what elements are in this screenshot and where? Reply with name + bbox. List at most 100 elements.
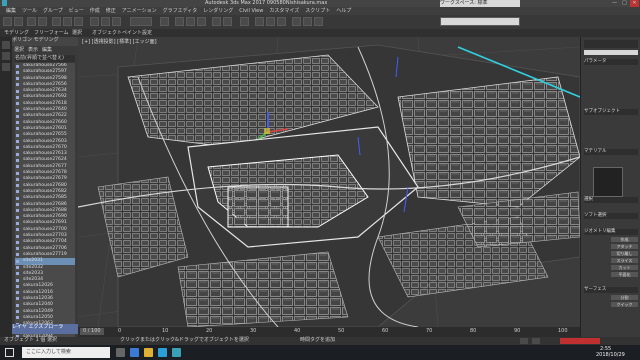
command-panel-tabs[interactable] [584, 40, 638, 48]
folder-icon[interactable] [144, 348, 153, 357]
section-edit-geometry[interactable]: ジオメトリ編集 [584, 229, 638, 235]
task-view-icon[interactable] [116, 348, 125, 357]
mirror-icon[interactable] [212, 17, 221, 26]
window-title: Autodesk 3ds Max 2017 090580Nishisakura.… [205, 0, 328, 6]
material-editor-icon[interactable] [277, 17, 286, 26]
menu-items: 編集 ツール グループ ビュー 作成 修正 アニメーション グラフエディタ レンダリング Civi… [6, 8, 357, 15]
scale-icon[interactable] [112, 17, 121, 26]
rect-select-icon[interactable] [74, 17, 83, 26]
section-soft-selection[interactable]: ソフト選択 [584, 213, 638, 219]
redo-icon[interactable] [14, 17, 23, 26]
undo-icon[interactable] [3, 17, 12, 26]
named-selection-field[interactable] [440, 17, 520, 26]
edge-icon[interactable] [130, 348, 139, 357]
object-list[interactable]: sakurahouse27566 sakurahouse27597 sakuraho… [15, 63, 75, 353]
taskbar-search-input[interactable]: ここに入力して検索 [22, 347, 110, 358]
move-icon[interactable] [90, 17, 99, 26]
viewport-label[interactable]: [+] [透視投影] [標準] [エッジ面] [82, 39, 157, 46]
menu-item-3[interactable]: ビュー [69, 8, 84, 14]
start-icon[interactable] [5, 348, 14, 357]
explorer-menu-edit[interactable]: 編集 [42, 47, 52, 54]
maximize-button[interactable]: □ [620, 0, 629, 7]
planar-button[interactable]: 平面化 [611, 272, 638, 277]
slice-button[interactable]: スライス [611, 258, 638, 263]
menu-item-9[interactable]: Civil View [239, 8, 263, 14]
tab-modeling[interactable]: モデリング [4, 30, 29, 37]
explorer-menu-select[interactable]: 選択 [14, 47, 24, 54]
object-name-field[interactable] [584, 50, 638, 55]
next-frame-icon[interactable] [532, 338, 540, 344]
tab-populate[interactable]: 設定 [142, 30, 152, 37]
scene-explorer-icon[interactable] [2, 41, 10, 49]
timeline-tick: 20 [206, 328, 213, 334]
section-surface[interactable]: サーフェス [584, 287, 638, 293]
split-button[interactable]: 分割 [611, 295, 638, 300]
detach-button[interactable]: 切り離し [611, 251, 638, 256]
section-parameters[interactable]: パラメータ [584, 59, 638, 65]
timeline[interactable]: 0 / 100 0 10 20 30 40 50 60 70 80 90 100 [78, 327, 580, 337]
align-icon[interactable] [223, 17, 232, 26]
attach-button[interactable]: アタッチ [611, 244, 638, 249]
section-material[interactable]: マテリアル [584, 149, 638, 155]
unlink-icon[interactable] [38, 17, 47, 26]
minimize-button[interactable]: — [610, 0, 619, 7]
layer-explorer-label[interactable]: レイヤ エクスプローラ [12, 324, 78, 334]
tab-object-paint[interactable]: オブジェクトペイント [92, 30, 142, 37]
menu-item-7[interactable]: グラフエディタ [163, 8, 198, 14]
timeline-tick: 70 [426, 328, 433, 334]
quick-button[interactable]: クイック [611, 302, 638, 307]
timeline-tick: 40 [294, 328, 301, 334]
schematic-icon[interactable] [266, 17, 275, 26]
time-slider[interactable]: 0 / 100 [80, 328, 104, 335]
menu-item-10[interactable]: カスタマイズ [269, 8, 299, 14]
add-time-tag[interactable]: 時間タグを追加 [300, 337, 335, 344]
explorer-column-header[interactable]: 名前(昇順で並べ替え) [15, 55, 75, 62]
close-button[interactable]: ✕ [630, 0, 639, 7]
angle-snap-icon[interactable] [186, 17, 195, 26]
curve-editor-icon[interactable] [255, 17, 264, 26]
render-frame-icon[interactable] [303, 17, 312, 26]
reference-coord-dropdown[interactable] [130, 17, 152, 26]
snap-icon[interactable] [175, 17, 184, 26]
percent-snap-icon[interactable] [197, 17, 206, 26]
create-button[interactable]: 作成 [611, 237, 638, 242]
tab-freeform[interactable]: フリーフォーム [34, 30, 69, 37]
link-icon[interactable] [27, 17, 36, 26]
explorer-menu-display[interactable]: 表示 [28, 47, 38, 54]
timeline-tick: 100 [558, 328, 568, 334]
render-setup-icon[interactable] [292, 17, 301, 26]
render-icon[interactable] [314, 17, 323, 26]
rotate-icon[interactable] [101, 17, 110, 26]
section-selection[interactable]: 選択 [584, 197, 638, 203]
status-message: オブジェクト 1 個 選択 [4, 337, 57, 343]
select-icon[interactable] [52, 17, 61, 26]
3dsmax-taskbar-icon[interactable] [172, 348, 181, 357]
menu-item-11[interactable]: スクリプト [305, 8, 330, 14]
pivot-icon[interactable] [160, 17, 169, 26]
app-logo-icon[interactable] [2, 0, 7, 6]
store-icon[interactable] [158, 348, 167, 357]
menu-item-12[interactable]: ヘルプ [336, 8, 351, 14]
menu-item-0[interactable]: 編集 [6, 8, 16, 14]
menu-item-2[interactable]: グループ [43, 8, 63, 14]
menu-item-1[interactable]: ツール [22, 8, 37, 14]
menu-item-5[interactable]: 修正 [106, 8, 116, 14]
workspace-selector[interactable]: ワークスペース: 標準 [440, 0, 520, 7]
tab-selection[interactable]: 選択 [72, 30, 82, 37]
menu-item-6[interactable]: アニメーション [122, 8, 157, 14]
cut-button[interactable]: カット [611, 265, 638, 270]
city-scene [78, 37, 580, 327]
auto-key-button[interactable] [560, 338, 600, 344]
layer-icon[interactable] [240, 17, 249, 26]
select-by-name-icon[interactable] [63, 17, 72, 26]
filter-icon[interactable] [2, 63, 10, 71]
menu-item-8[interactable]: レンダリング [203, 8, 233, 14]
play-icon[interactable] [520, 338, 528, 344]
layer-explorer-icon[interactable] [2, 52, 10, 60]
timeline-tick: 50 [338, 328, 345, 334]
clock-date: 2018/10/29 [596, 352, 625, 358]
menu-item-4[interactable]: 作成 [90, 8, 100, 14]
status-bar: オブジェクト 1 個 選択 クリックまたはクリック&ドラッグでオブジェクトを選択… [0, 337, 640, 345]
perspective-viewport[interactable]: [+] [透視投影] [標準] [エッジ面] [78, 37, 580, 327]
section-subobject[interactable]: サブオブジェクト [584, 109, 638, 115]
